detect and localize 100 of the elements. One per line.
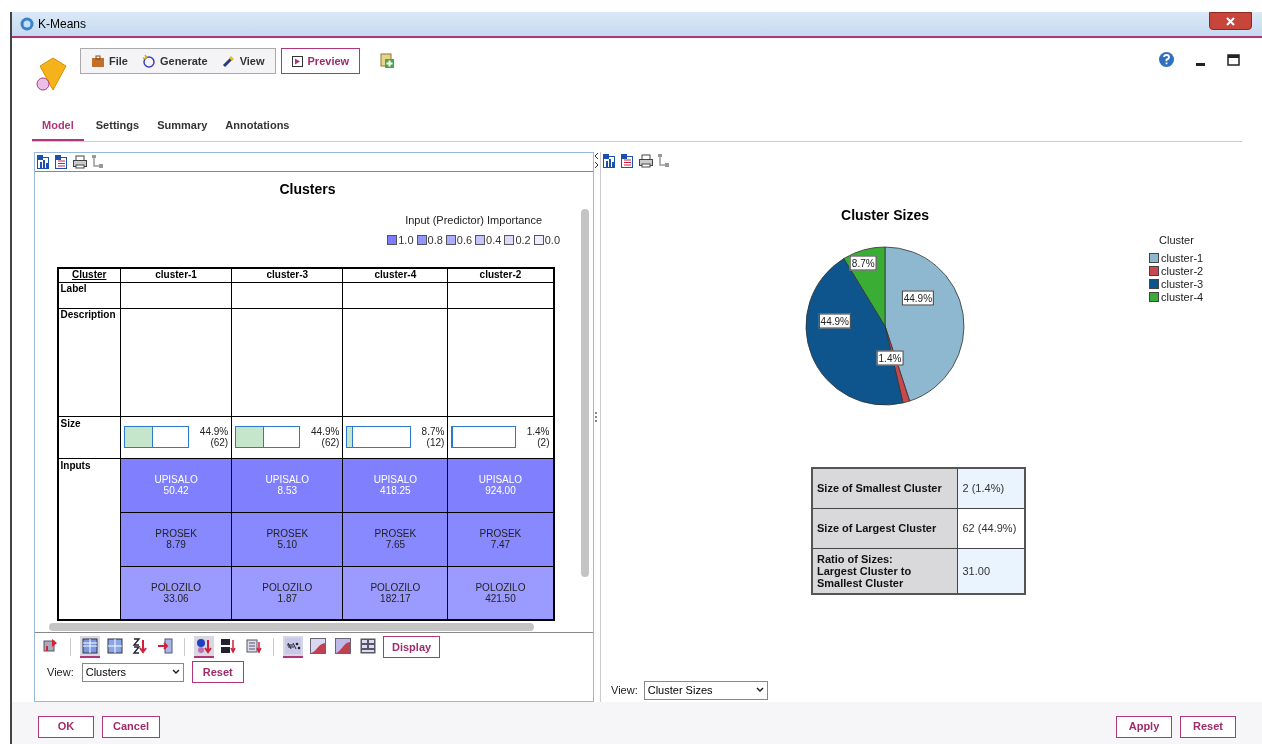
summary-value: 31.00: [957, 548, 1025, 594]
input-cell: PROSEK 7.65: [342, 512, 448, 566]
window-title: K-Means: [38, 16, 87, 33]
legend-label: 1.0: [398, 232, 414, 248]
sparkle-icon: [141, 54, 156, 68]
menu-button[interactable]: View: [221, 52, 265, 70]
field-label: View:: [611, 682, 638, 698]
column-header: Cluster: [57, 268, 121, 282]
size-bar: [235, 426, 301, 448]
dialog-button[interactable]: OK: [38, 715, 94, 738]
column-header: cluster-2: [447, 268, 554, 282]
input-cell: POLOZILO 182.17: [342, 566, 448, 620]
preview-button[interactable]: Preview: [280, 48, 361, 74]
copy-chart-icon[interactable]: [37, 155, 51, 169]
copy-table-icon[interactable]: [55, 155, 69, 169]
legend-label: 0.2: [515, 232, 531, 248]
copy-chart-icon[interactable]: [603, 154, 617, 168]
legend-title: Input (Predictor) Importance: [405, 213, 543, 228]
vertical-scrollbar[interactable]: [581, 209, 589, 577]
summary-value: 62 (44.9%): [957, 508, 1025, 548]
size-count: (62): [210, 437, 229, 448]
summary-value: 2 (1.4%): [957, 468, 1025, 508]
input-cell: PROSEK 7.47: [447, 512, 554, 566]
help-button[interactable]: [1159, 52, 1174, 67]
summary-label: Size of Largest Cluster: [812, 508, 957, 548]
grid-icon[interactable]: [80, 636, 100, 658]
input-cell: PROSEK 8.79: [120, 512, 232, 566]
input-cell: POLOZILO 421.50: [447, 566, 554, 620]
size-percent: 44.9%: [311, 426, 340, 437]
tab[interactable]: Settings: [89, 116, 146, 141]
data-label: 1.4%: [876, 350, 904, 366]
size-bar: [346, 426, 412, 448]
input-cell: POLOZILO 33.06: [120, 566, 232, 620]
display-button[interactable]: Display: [383, 636, 441, 658]
tab[interactable]: Summary: [151, 116, 214, 141]
close-icon: [1226, 16, 1235, 26]
data-label: 44.9%: [901, 290, 935, 306]
legend-label: 0.0: [544, 232, 560, 248]
legend-label: 0.8: [427, 232, 443, 248]
tab[interactable]: Model: [32, 116, 84, 141]
input-cell: UPISALO 8.53: [231, 458, 343, 512]
size-bar: [451, 426, 517, 448]
summary-label: Size of Smallest Cluster: [812, 468, 957, 508]
collapse-arrows-icon[interactable]: [594, 152, 599, 169]
size-percent: 44.9%: [199, 426, 229, 437]
chevron-down-icon: [171, 669, 180, 675]
size-count: (2): [537, 437, 550, 448]
chart-title: Cluster Sizes: [841, 206, 929, 225]
dialog-button[interactable]: Apply: [1116, 715, 1172, 738]
printer-icon[interactable]: [639, 154, 653, 168]
legend-title: Cluster: [1159, 233, 1195, 248]
menu-button[interactable]: File: [91, 52, 128, 70]
dialog-button[interactable]: Cancel: [102, 715, 161, 738]
size-percent: 1.4%: [526, 426, 550, 437]
legend-label: cluster-2: [1161, 263, 1204, 279]
row-header: Size: [57, 416, 121, 458]
legend-label: 0.6: [456, 232, 473, 248]
data-label: 8.7%: [849, 255, 877, 271]
chart-title: Clusters: [279, 180, 336, 199]
row-header: Label: [57, 282, 121, 308]
column-header: cluster-4: [342, 268, 448, 282]
input-cell: UPISALO 418.25: [342, 458, 448, 512]
legend-label: cluster-1: [1161, 250, 1204, 266]
horizontal-scrollbar[interactable]: [49, 623, 534, 631]
data-label: 44.9%: [818, 313, 851, 329]
legend-label: cluster-4: [1161, 289, 1204, 305]
flashlight-icon: [221, 54, 236, 68]
play-icon: [291, 55, 303, 67]
percent-icon[interactable]: [283, 636, 303, 658]
input-cell: PROSEK 5.10: [231, 512, 343, 566]
summary-label: Ratio of Sizes: Largest Cluster to Smallest Cluster: [812, 548, 957, 594]
briefcase-icon: [91, 54, 105, 68]
size-percent: 8.7%: [421, 426, 445, 437]
field-label: View:: [47, 664, 74, 680]
menu-button[interactable]: Generate: [141, 52, 208, 70]
size-bar: [124, 426, 189, 448]
chevron-down-icon: [755, 687, 764, 693]
reset-button[interactable]: Reset: [191, 661, 244, 683]
tab[interactable]: Annotations: [219, 116, 296, 141]
copy-table-icon[interactable]: [621, 154, 635, 168]
add-table-icon[interactable]: [380, 53, 396, 69]
column-header: cluster-3: [231, 268, 343, 282]
input-cell: UPISALO 924.00: [447, 458, 554, 512]
app-icon: [20, 17, 34, 31]
sort-icon[interactable]: [194, 636, 214, 658]
input-cell: POLOZILO 1.87: [231, 566, 343, 620]
view-dropdown[interactable]: Clusters: [81, 662, 184, 682]
input-cell: UPISALO 50.42: [120, 458, 232, 512]
printer-icon[interactable]: [73, 155, 87, 169]
maximize-icon[interactable]: [1227, 54, 1240, 66]
size-count: (12): [426, 437, 445, 448]
legend-label: 0.4: [486, 232, 502, 248]
view-dropdown[interactable]: Cluster Sizes: [643, 680, 768, 700]
dialog-button[interactable]: Reset: [1180, 715, 1236, 738]
row-header: Description: [57, 308, 121, 416]
size-count: (62): [321, 437, 340, 448]
splitter-handle-icon[interactable]: [595, 412, 597, 422]
close-button[interactable]: [1209, 12, 1252, 30]
column-header: cluster-1: [120, 268, 232, 282]
legend-label: cluster-3: [1161, 276, 1204, 292]
